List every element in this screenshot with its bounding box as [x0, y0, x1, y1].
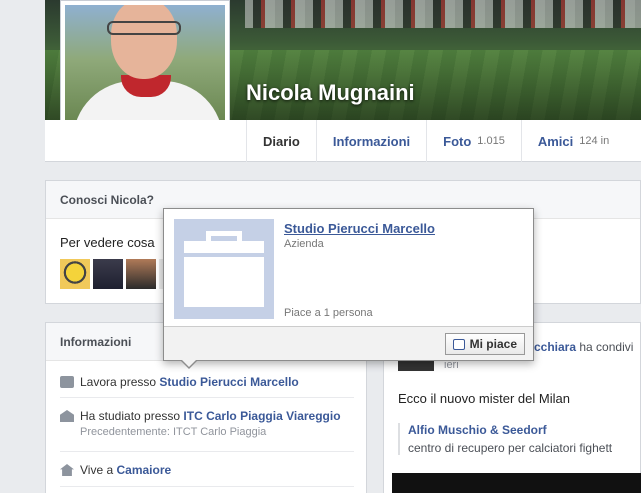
profile-picture-glasses: [107, 21, 181, 35]
tab-diario[interactable]: Diario: [246, 120, 316, 162]
hovercard-page-type: Azienda: [284, 238, 324, 250]
shared-link[interactable]: Alfio Muschio & Seedorf centro di recupe…: [398, 423, 612, 455]
friend-avatar[interactable]: [126, 259, 156, 289]
tab-label: Informazioni: [332, 133, 411, 149]
home-prefix: Vive a: [80, 463, 114, 477]
school-link[interactable]: ITC Carlo Piaggia Viareggio: [183, 409, 340, 423]
story-author-link[interactable]: cchiara: [534, 340, 576, 354]
profile-picture-head: [111, 5, 177, 79]
hovercard-pointer: [180, 359, 198, 369]
tab-label: Diario: [263, 133, 300, 149]
friend-avatar[interactable]: [60, 259, 90, 289]
hovercard-page-name[interactable]: Studio Pierucci Marcello: [284, 221, 435, 236]
friend-avatar[interactable]: [93, 259, 123, 289]
school-icon: [60, 410, 74, 422]
work-prefix: Lavora presso: [80, 375, 157, 389]
shared-link-description: centro di recupero per calciatori fighet…: [408, 441, 613, 455]
hovercard-like-count: Piace a 1 persona: [284, 307, 373, 319]
profile-name[interactable]: Nicola Mugnaini: [246, 80, 415, 106]
page-hovercard: Studio Pierucci Marcello Azienda Piace a…: [163, 208, 534, 369]
briefcase-icon: [60, 376, 74, 388]
divider: [60, 451, 354, 452]
work-link[interactable]: Studio Pierucci Marcello: [159, 375, 298, 389]
divider: [60, 486, 354, 487]
profile-tabs: Diario Informazioni Foto 1.015 Amici 124…: [246, 120, 625, 162]
info-school-row: Ha studiato presso ITC Carlo Piaggia Via…: [60, 409, 341, 438]
briefcase-placeholder-icon: [184, 241, 264, 307]
school-prefix: Ha studiato presso: [80, 409, 181, 423]
shared-link-title[interactable]: Alfio Muschio & Seedorf: [408, 423, 612, 437]
info-work-row: Lavora presso Studio Pierucci Marcello: [60, 375, 299, 389]
tab-count: 124 in: [579, 135, 610, 147]
tab-foto[interactable]: Foto 1.015: [426, 120, 521, 162]
story-author: cchiara ha condivi: [534, 340, 633, 354]
tab-count: 1.015: [477, 135, 505, 147]
know-card-text: Per vedere cosa: [60, 235, 155, 250]
tab-label: Foto: [443, 133, 472, 149]
info-home-row: Vive a Camaiore: [60, 463, 171, 477]
story-action: ha condivi: [579, 340, 634, 354]
tab-label: Amici: [537, 133, 574, 149]
thumbs-up-icon: [452, 338, 465, 350]
school-previous: Precedentemente: ITCT Carlo Piaggia: [80, 426, 267, 438]
hovercard-footer: Mi piace: [164, 326, 533, 360]
tab-amici[interactable]: Amici 124 in: [520, 120, 625, 162]
like-button-label: Mi piace: [469, 337, 517, 351]
home-link[interactable]: Camaiore: [116, 463, 171, 477]
divider: [60, 397, 354, 398]
story-text: Ecco il nuovo mister del Milan: [398, 391, 570, 406]
like-button[interactable]: Mi piace: [444, 333, 525, 355]
video-thumbnail[interactable]: [392, 473, 641, 493]
home-icon: [60, 464, 74, 476]
page-thumbnail[interactable]: [174, 219, 274, 319]
tab-informazioni[interactable]: Informazioni: [315, 120, 426, 162]
